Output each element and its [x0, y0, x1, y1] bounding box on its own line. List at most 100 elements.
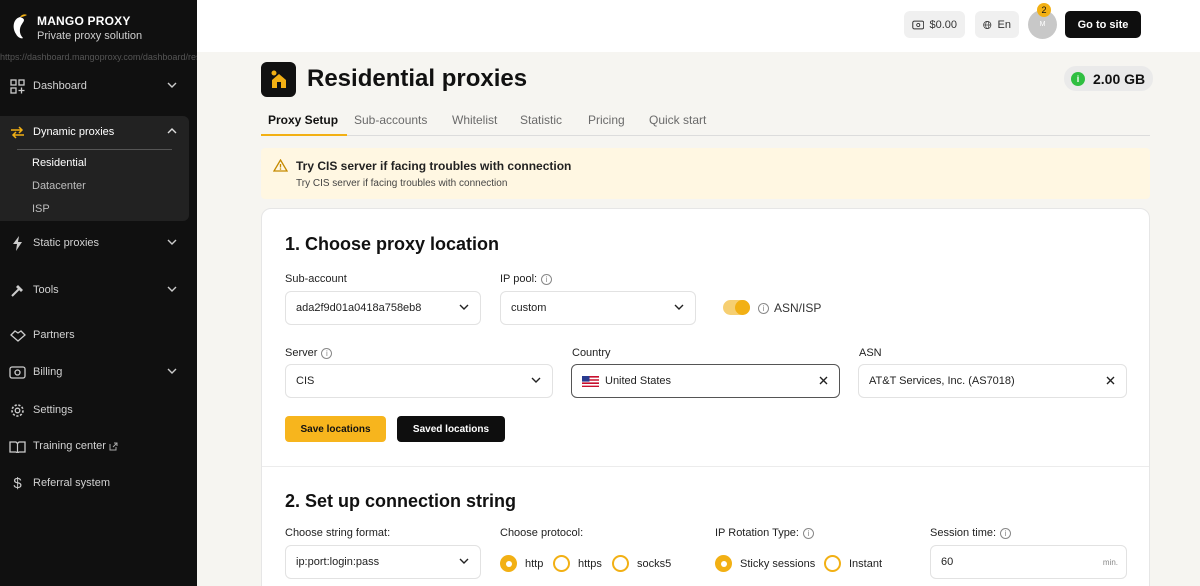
sidebar-item-settings[interactable]: Settings — [0, 398, 197, 422]
ip-pool-value: custom — [511, 302, 547, 314]
external-link-icon — [109, 442, 118, 450]
bolt-icon — [9, 235, 26, 252]
globe-icon — [983, 20, 992, 29]
wallet-icon — [912, 20, 925, 29]
tab-whitelist[interactable]: Whitelist — [452, 113, 497, 127]
info-icon[interactable]: i — [1000, 527, 1012, 539]
chevron-down-icon — [459, 304, 469, 310]
sidebar-subitem-isp[interactable]: ISP — [32, 203, 50, 215]
sidebar-item-dynamic-proxies[interactable]: Dynamic proxies — [0, 120, 189, 144]
warning-alert: Try CIS server if facing troubles with c… — [261, 148, 1150, 199]
traffic-balance: i 2.00 GB — [1064, 66, 1154, 91]
tab-quick-start[interactable]: Quick start — [649, 113, 706, 127]
asn-select[interactable]: AT&T Services, Inc. (AS7018) — [858, 364, 1127, 398]
residential-house-icon — [261, 62, 296, 97]
rotation-type-label: IP Rotation Type: i — [715, 527, 814, 539]
string-format-select[interactable]: ip:port:login:pass — [285, 545, 481, 579]
handshake-icon — [9, 327, 26, 344]
tab-sub-accounts[interactable]: Sub-accounts — [354, 113, 427, 127]
subaccount-select[interactable]: ada2f9d01a0418a758eb8 — [285, 291, 481, 325]
radio-icon — [612, 555, 629, 572]
traffic-value: 2.00 GB — [1093, 70, 1146, 87]
divider — [17, 149, 172, 150]
string-format-value: ip:port:login:pass — [296, 556, 380, 568]
brand-name: MANGO PROXY — [37, 14, 131, 28]
sidebar-item-training-center[interactable]: Training center — [0, 434, 197, 458]
chevron-down-icon — [674, 304, 684, 310]
tab-pricing[interactable]: Pricing — [588, 113, 625, 127]
balance-pill[interactable]: $0.00 — [904, 11, 965, 38]
swap-icon — [9, 124, 26, 141]
sidebar-item-billing[interactable]: Billing — [0, 360, 197, 384]
tab-proxy-setup[interactable]: Proxy Setup — [268, 113, 338, 127]
chevron-down-icon — [167, 239, 177, 245]
sidebar-subitem-datacenter[interactable]: Datacenter — [32, 180, 86, 192]
info-badge-icon: i — [1071, 71, 1085, 86]
url-overlay: https://dashboard.mangoproxy.com/dashboa… — [0, 52, 197, 62]
chevron-up-icon — [167, 128, 177, 134]
notification-badge[interactable]: 2 — [1037, 3, 1051, 17]
active-tab-indicator — [261, 134, 347, 136]
sidebar-item-referral-system[interactable]: $ Referral system — [0, 471, 197, 495]
sidebar-label: Billing — [33, 366, 63, 378]
server-label: Server i — [285, 347, 333, 359]
ip-pool-select[interactable]: custom — [500, 291, 696, 325]
protocol-radio-socks5[interactable]: socks5 — [612, 555, 671, 572]
asn-label: ASN — [859, 347, 882, 359]
sidebar-subitem-residential[interactable]: Residential — [32, 157, 86, 169]
clear-icon[interactable] — [819, 376, 828, 385]
brand-tagline: Private proxy solution — [37, 30, 143, 42]
alert-text: Try CIS server if facing troubles with c… — [296, 178, 508, 189]
sidebar-item-static-proxies[interactable]: Static proxies — [0, 231, 197, 255]
session-time-input[interactable]: 60 min. — [930, 545, 1127, 579]
logo[interactable]: MANGO PROXY Private proxy solution — [10, 14, 142, 42]
info-icon[interactable]: i — [541, 273, 553, 285]
info-icon[interactable]: i — [802, 527, 814, 539]
tabs: Proxy Setup Sub-accounts Whitelist Stati… — [261, 106, 1150, 136]
save-locations-button[interactable]: Save locations — [285, 416, 386, 442]
ip-pool-label: IP pool: i — [500, 273, 553, 285]
go-to-site-button[interactable]: Go to site — [1065, 11, 1141, 38]
sidebar-label: Settings — [33, 404, 73, 416]
rotation-radio-instant[interactable]: Instant — [824, 555, 882, 572]
country-select[interactable]: United States — [571, 364, 840, 398]
clear-icon[interactable] — [1106, 376, 1115, 385]
radio-icon — [553, 555, 570, 572]
info-icon[interactable]: i — [758, 302, 769, 314]
sidebar-item-partners[interactable]: Partners — [0, 323, 197, 347]
session-time-label: Session time: i — [930, 527, 1012, 539]
sidebar-label: Dashboard — [33, 80, 87, 92]
hammer-icon — [9, 282, 26, 299]
protocol-radio-http[interactable]: http — [500, 555, 543, 572]
asn-isp-label: i ASN/ISP — [758, 301, 821, 315]
asn-isp-toggle[interactable] — [723, 300, 750, 315]
asn-value: AT&T Services, Inc. (AS7018) — [869, 375, 1015, 387]
sidebar-label: Training center — [33, 440, 106, 452]
chevron-down-icon — [167, 286, 177, 292]
subaccount-value: ada2f9d01a0418a758eb8 — [296, 302, 422, 314]
tab-statistic[interactable]: Statistic — [520, 113, 562, 127]
session-time-value: 60 — [941, 556, 954, 568]
saved-locations-button[interactable]: Saved locations — [397, 416, 505, 442]
language-selector[interactable]: En — [975, 11, 1019, 38]
protocol-label: Choose protocol: — [500, 527, 584, 539]
sidebar-item-tools[interactable]: Tools — [0, 278, 197, 302]
sidebar-item-dashboard[interactable]: Dashboard — [0, 74, 197, 98]
radio-selected-icon — [715, 555, 732, 572]
sidebar-label: Static proxies — [33, 237, 100, 249]
rotation-radio-sticky[interactable]: Sticky sessions — [715, 555, 815, 572]
alert-title: Try CIS server if facing troubles with c… — [296, 159, 572, 173]
radio-selected-icon — [500, 555, 517, 572]
dollar-icon: $ — [13, 474, 22, 492]
us-flag-icon — [582, 375, 599, 387]
section-title-location: 1. Choose proxy location — [285, 234, 500, 254]
info-icon[interactable]: i — [321, 347, 333, 359]
server-select[interactable]: CIS — [285, 364, 553, 398]
chevron-down-icon — [167, 368, 177, 374]
sidebar-label: Dynamic proxies — [33, 126, 115, 138]
protocol-radio-https[interactable]: https — [553, 555, 602, 572]
session-time-unit: min. — [1102, 558, 1118, 567]
string-format-label: Choose string format: — [285, 527, 391, 539]
server-value: CIS — [296, 375, 315, 387]
page-title: Residential proxies — [307, 65, 528, 92]
